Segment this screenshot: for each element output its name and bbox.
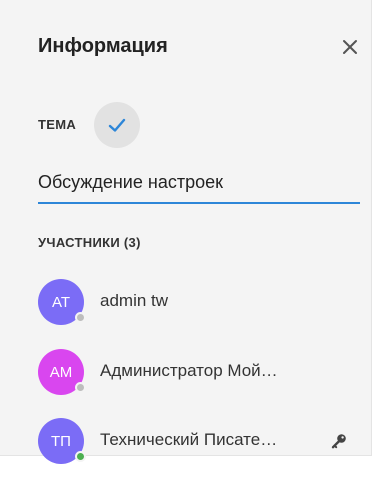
avatar-initials: ТП: [51, 432, 71, 450]
member-name: admin tw: [100, 291, 169, 310]
members-label: УЧАСТНИКИ (3): [38, 235, 141, 250]
topic-label: ТЕМА: [38, 117, 77, 132]
member-item[interactable]: AT admin tw: [38, 279, 368, 327]
avatar-initials: AM: [49, 363, 73, 381]
info-panel: Информация ТЕМА УЧАСТНИКИ (3) AT admin t…: [0, 0, 372, 464]
close-icon[interactable]: [340, 37, 360, 57]
status-indicator: [75, 451, 86, 462]
member-name: Администратор Мой…: [100, 361, 278, 380]
member-item[interactable]: ТП Технический Писате…: [38, 418, 368, 466]
status-indicator: [75, 382, 86, 393]
member-item[interactable]: AM Администратор Мой…: [38, 349, 368, 397]
topic-input[interactable]: [38, 168, 360, 204]
member-name: Технический Писате…: [100, 430, 278, 449]
confirm-topic-button[interactable]: [94, 102, 140, 148]
panel-title: Информация: [38, 35, 168, 57]
checkmark-icon: [108, 118, 126, 132]
key-icon[interactable]: [330, 432, 348, 450]
status-indicator: [75, 312, 86, 323]
avatar-initials: AT: [51, 293, 71, 311]
